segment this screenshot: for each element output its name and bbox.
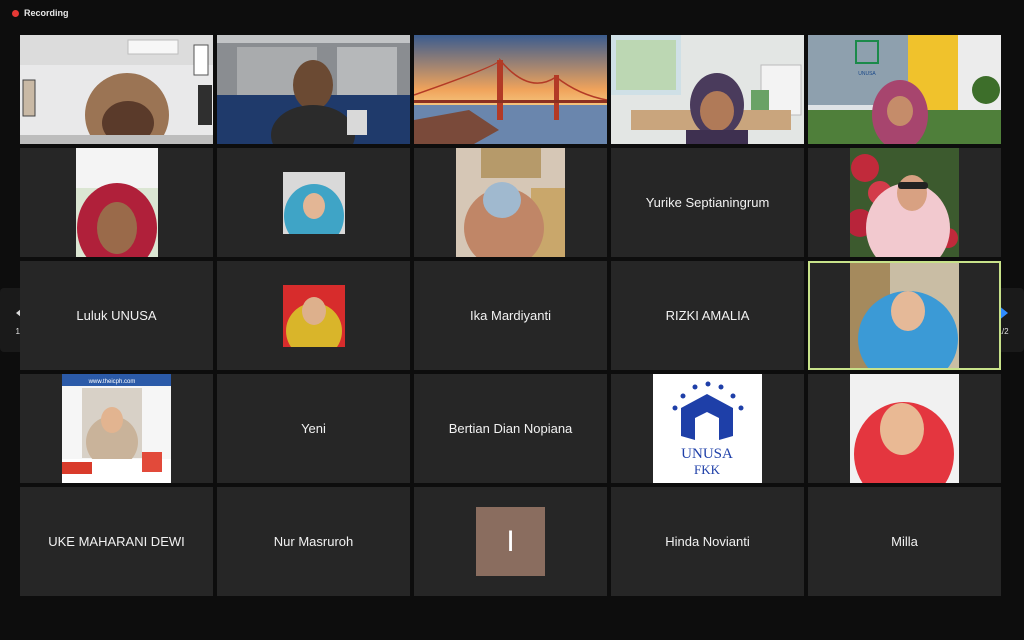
participant-photo: www.theicph.com (62, 374, 171, 483)
gallery-grid: UNUSA Yurike Septianingrum Luluk UNUSA I… (20, 35, 1001, 596)
unusa-text: UNUSA (681, 446, 733, 462)
participant-name: Ika Mardiyanti (470, 308, 551, 323)
participant-video (611, 35, 804, 144)
participant-name: Yurike Septianingrum (645, 195, 770, 210)
video-tile[interactable]: RIZKI AMALIA (611, 261, 804, 370)
participant-name: Nur Masruroh (273, 534, 354, 549)
video-tile[interactable]: Ika Mardiyanti (414, 261, 607, 370)
video-tile[interactable]: Hinda Novianti (611, 487, 804, 596)
fkk-text: FKK (694, 462, 721, 477)
participant-name: UKE MAHARANI DEWI (48, 534, 185, 549)
participant-photo (850, 374, 959, 483)
participant-video (217, 35, 410, 144)
video-tile[interactable]: Bertian Dian Nopiana (414, 374, 607, 483)
video-tile[interactable] (217, 261, 410, 370)
conference-url-text: www.theicph.com (88, 379, 136, 385)
video-tile[interactable]: UKE MAHARANI DEWI (20, 487, 213, 596)
video-tile[interactable] (20, 148, 213, 257)
recording-label: Recording (24, 8, 69, 18)
participant-video (20, 35, 213, 144)
record-dot-icon (12, 9, 19, 17)
video-tile[interactable]: Yeni (217, 374, 410, 483)
participant-name: Hinda Novianti (665, 534, 750, 549)
video-tile[interactable]: Yurike Septianingrum (611, 148, 804, 257)
campus-banner-text: UNUSA (858, 71, 876, 77)
participant-video (850, 261, 959, 370)
participant-name: RIZKI AMALIA (665, 308, 750, 323)
participant-name: Luluk UNUSA (76, 308, 157, 323)
video-tile[interactable] (808, 148, 1001, 257)
video-tile[interactable] (414, 148, 607, 257)
participant-name: Bertian Dian Nopiana (448, 421, 573, 436)
participant-photo (282, 171, 345, 234)
participant-video (456, 148, 565, 257)
video-tile[interactable] (414, 35, 607, 144)
participant-name: Milla (891, 534, 918, 549)
video-tile[interactable]: Nur Masruroh (217, 487, 410, 596)
participant-video: UNUSA (808, 35, 1001, 144)
recording-indicator: Recording (12, 8, 69, 18)
video-tile[interactable]: UNUSA (808, 35, 1001, 144)
video-tile[interactable] (217, 148, 410, 257)
participant-photo (75, 148, 158, 257)
video-tile[interactable]: www.theicph.com (20, 374, 213, 483)
video-tile[interactable]: I (414, 487, 607, 596)
video-tile[interactable]: UNUSA FKK (611, 374, 804, 483)
video-tile[interactable] (611, 35, 804, 144)
avatar-initial: I (506, 524, 515, 558)
video-tile[interactable] (20, 35, 213, 144)
participant-name: Yeni (301, 421, 326, 436)
video-tile[interactable]: Milla (808, 487, 1001, 596)
active-speaker-tile[interactable] (808, 261, 1001, 370)
unusa-fkk-logo: UNUSA FKK (653, 374, 762, 483)
participant-initial-avatar: I (476, 507, 545, 576)
video-tile[interactable]: Luluk UNUSA (20, 261, 213, 370)
video-tile[interactable] (217, 35, 410, 144)
participant-video (414, 35, 607, 144)
participant-photo (282, 284, 345, 347)
participant-photo (850, 148, 959, 257)
video-tile[interactable] (808, 374, 1001, 483)
